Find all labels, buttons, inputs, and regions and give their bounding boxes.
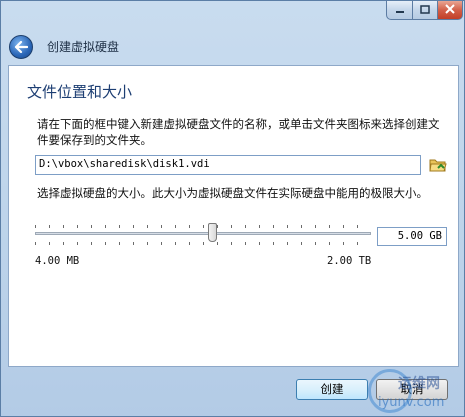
minimize-icon (395, 4, 405, 17)
size-range-min: 4.00 MB (35, 255, 80, 267)
watermark-cn: 运维网 (398, 376, 440, 392)
maximize-icon (420, 4, 430, 17)
size-range-max: 2.00 TB (327, 255, 372, 267)
slider-track (35, 232, 371, 235)
slider-thumb[interactable] (208, 223, 217, 242)
watermark-en: iyunv.com (378, 395, 445, 410)
slider-ticks (35, 225, 371, 245)
location-description: 请在下面的框中键入新建虚拟硬盘文件的名称，或单击文件夹图标来选择创建文件要保存到… (37, 117, 440, 147)
choose-folder-button[interactable] (429, 156, 447, 173)
close-button[interactable] (437, 1, 463, 20)
content-panel (8, 65, 459, 367)
minimize-button[interactable] (386, 1, 413, 20)
maximize-button[interactable] (412, 1, 438, 20)
folder-icon (429, 158, 447, 177)
watermark-logo: 运维网 iyunv.com (358, 365, 464, 417)
size-input[interactable]: 5.00 GB (377, 227, 447, 246)
dialog-window: 创建虚拟硬盘 文件位置和大小 请在下面的框中键入新建虚拟硬盘文件的名称，或单击文… (0, 0, 465, 417)
size-slider[interactable] (35, 222, 371, 246)
close-icon (445, 3, 455, 17)
back-arrow-icon (14, 38, 29, 57)
file-path-input[interactable]: D:\vbox\sharedisk\disk1.vdi (35, 155, 421, 175)
page-heading: 文件位置和大小 (27, 83, 133, 101)
size-description: 选择虚拟硬盘的大小。此大小为虚拟硬盘文件在实际硬盘中能用的极限大小。 (37, 186, 428, 200)
back-button[interactable] (9, 35, 33, 59)
wizard-title: 创建虚拟硬盘 (47, 40, 120, 54)
